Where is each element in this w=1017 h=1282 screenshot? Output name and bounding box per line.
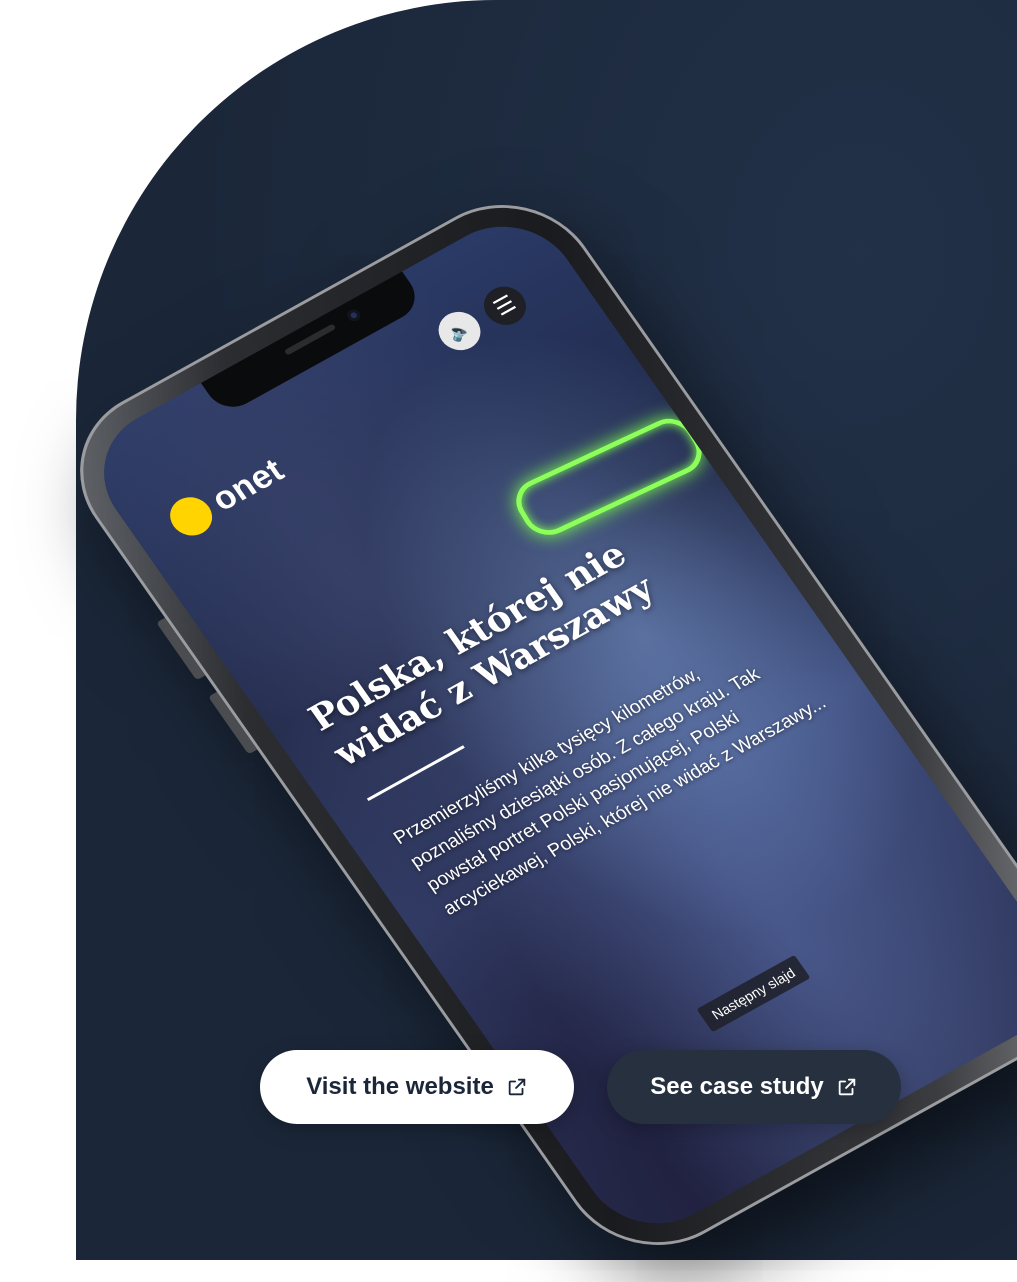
phone-speaker xyxy=(283,323,337,356)
next-slide-button[interactable]: Następny slajd xyxy=(696,954,811,1033)
menu-button[interactable]: ☰ xyxy=(475,279,535,332)
external-link-icon xyxy=(506,1076,528,1098)
see-case-study-button[interactable]: See case study xyxy=(607,1050,901,1124)
hamburger-icon: ☰ xyxy=(488,290,521,321)
hero-article: Polska, której nie widać z Warszawy Prze… xyxy=(301,491,839,923)
front-camera xyxy=(345,307,363,324)
visit-website-label: Visit the website xyxy=(306,1073,494,1100)
visit-website-button[interactable]: Visit the website xyxy=(260,1050,574,1124)
see-case-study-label: See case study xyxy=(650,1073,824,1100)
external-link-icon xyxy=(836,1076,858,1098)
logo-text: onet xyxy=(204,450,291,519)
site-logo[interactable]: onet xyxy=(162,451,292,543)
sound-toggle-button[interactable]: 🔈 xyxy=(430,304,489,358)
speaker-icon: 🔈 xyxy=(443,316,475,345)
